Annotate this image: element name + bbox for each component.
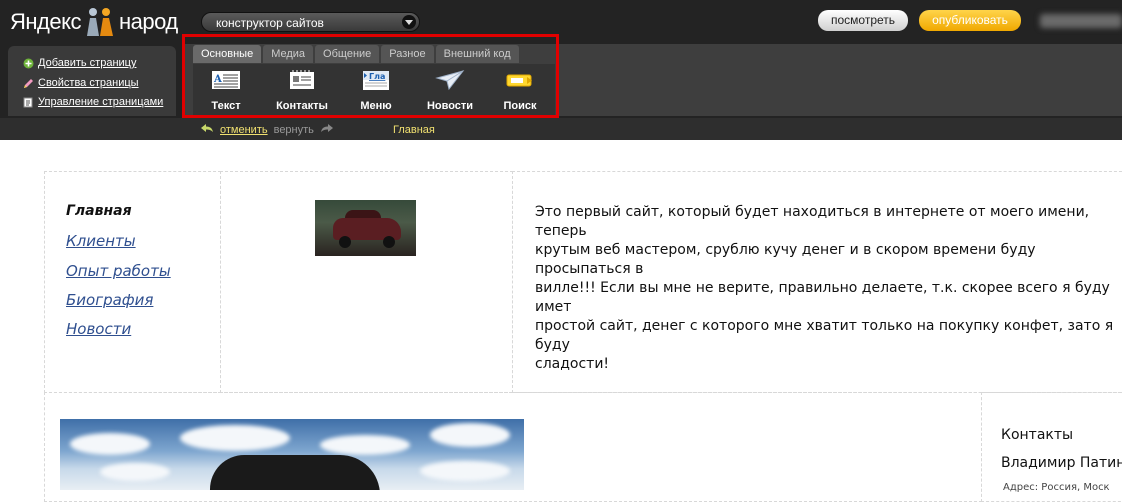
undo-arrow-icon[interactable] (200, 123, 214, 136)
undo-button[interactable]: отменить (220, 124, 268, 136)
plus-icon (23, 58, 34, 69)
people-logo-icon (83, 6, 117, 38)
add-page-label: Добавить страницу (38, 57, 137, 69)
contacts-name: Владимир Патин (1001, 455, 1122, 471)
builder-select-value: конструктор сайтов (216, 16, 324, 30)
breadcrumb[interactable]: Главная (393, 124, 435, 136)
site-nav-experience[interactable]: Опыт работы (66, 262, 171, 280)
car-thumbnail-image[interactable] (315, 200, 416, 256)
user-account-blurred[interactable] (1040, 14, 1122, 28)
pencil-icon (23, 78, 34, 89)
history-controls: отменить вернуть (200, 123, 334, 136)
redo-arrow-icon[interactable] (320, 123, 334, 136)
redo-button[interactable]: вернуть (274, 124, 314, 136)
manage-pages-link[interactable]: Управление страницами (23, 96, 163, 108)
site-nav-news[interactable]: Новости (66, 320, 131, 338)
yandex-narod-logo[interactable]: Яндекс народ (10, 6, 178, 38)
add-page-link[interactable]: Добавить страницу (23, 57, 136, 69)
tools-highlight-frame (182, 34, 559, 118)
manage-pages-label: Управление страницами (38, 96, 164, 108)
page-properties-link[interactable]: Свойства страницы (23, 77, 139, 89)
pages-icon (23, 97, 34, 108)
intro-paragraph[interactable]: Это первый сайт, который будет находитьс… (535, 203, 1122, 374)
publish-button[interactable]: опубликовать (919, 10, 1021, 31)
logo-yandex-text: Яндекс (10, 9, 81, 34)
site-nav-biography[interactable]: Биография (66, 291, 153, 309)
chevron-down-icon (402, 15, 416, 29)
contacts-address: Адрес: Россия, Моск (1003, 482, 1110, 493)
site-nav-home[interactable]: Главная (66, 203, 132, 219)
history-bar (0, 118, 1122, 140)
builder-mode-select[interactable]: конструктор сайтов (201, 12, 420, 32)
site-nav-clients[interactable]: Клиенты (66, 232, 136, 250)
preview-button[interactable]: посмотреть (818, 10, 908, 31)
contacts-title: Контакты (1001, 427, 1074, 443)
car-photo-image[interactable] (60, 419, 524, 490)
page-properties-label: Свойства страницы (38, 77, 139, 89)
logo-narod-text: народ (118, 9, 178, 34)
